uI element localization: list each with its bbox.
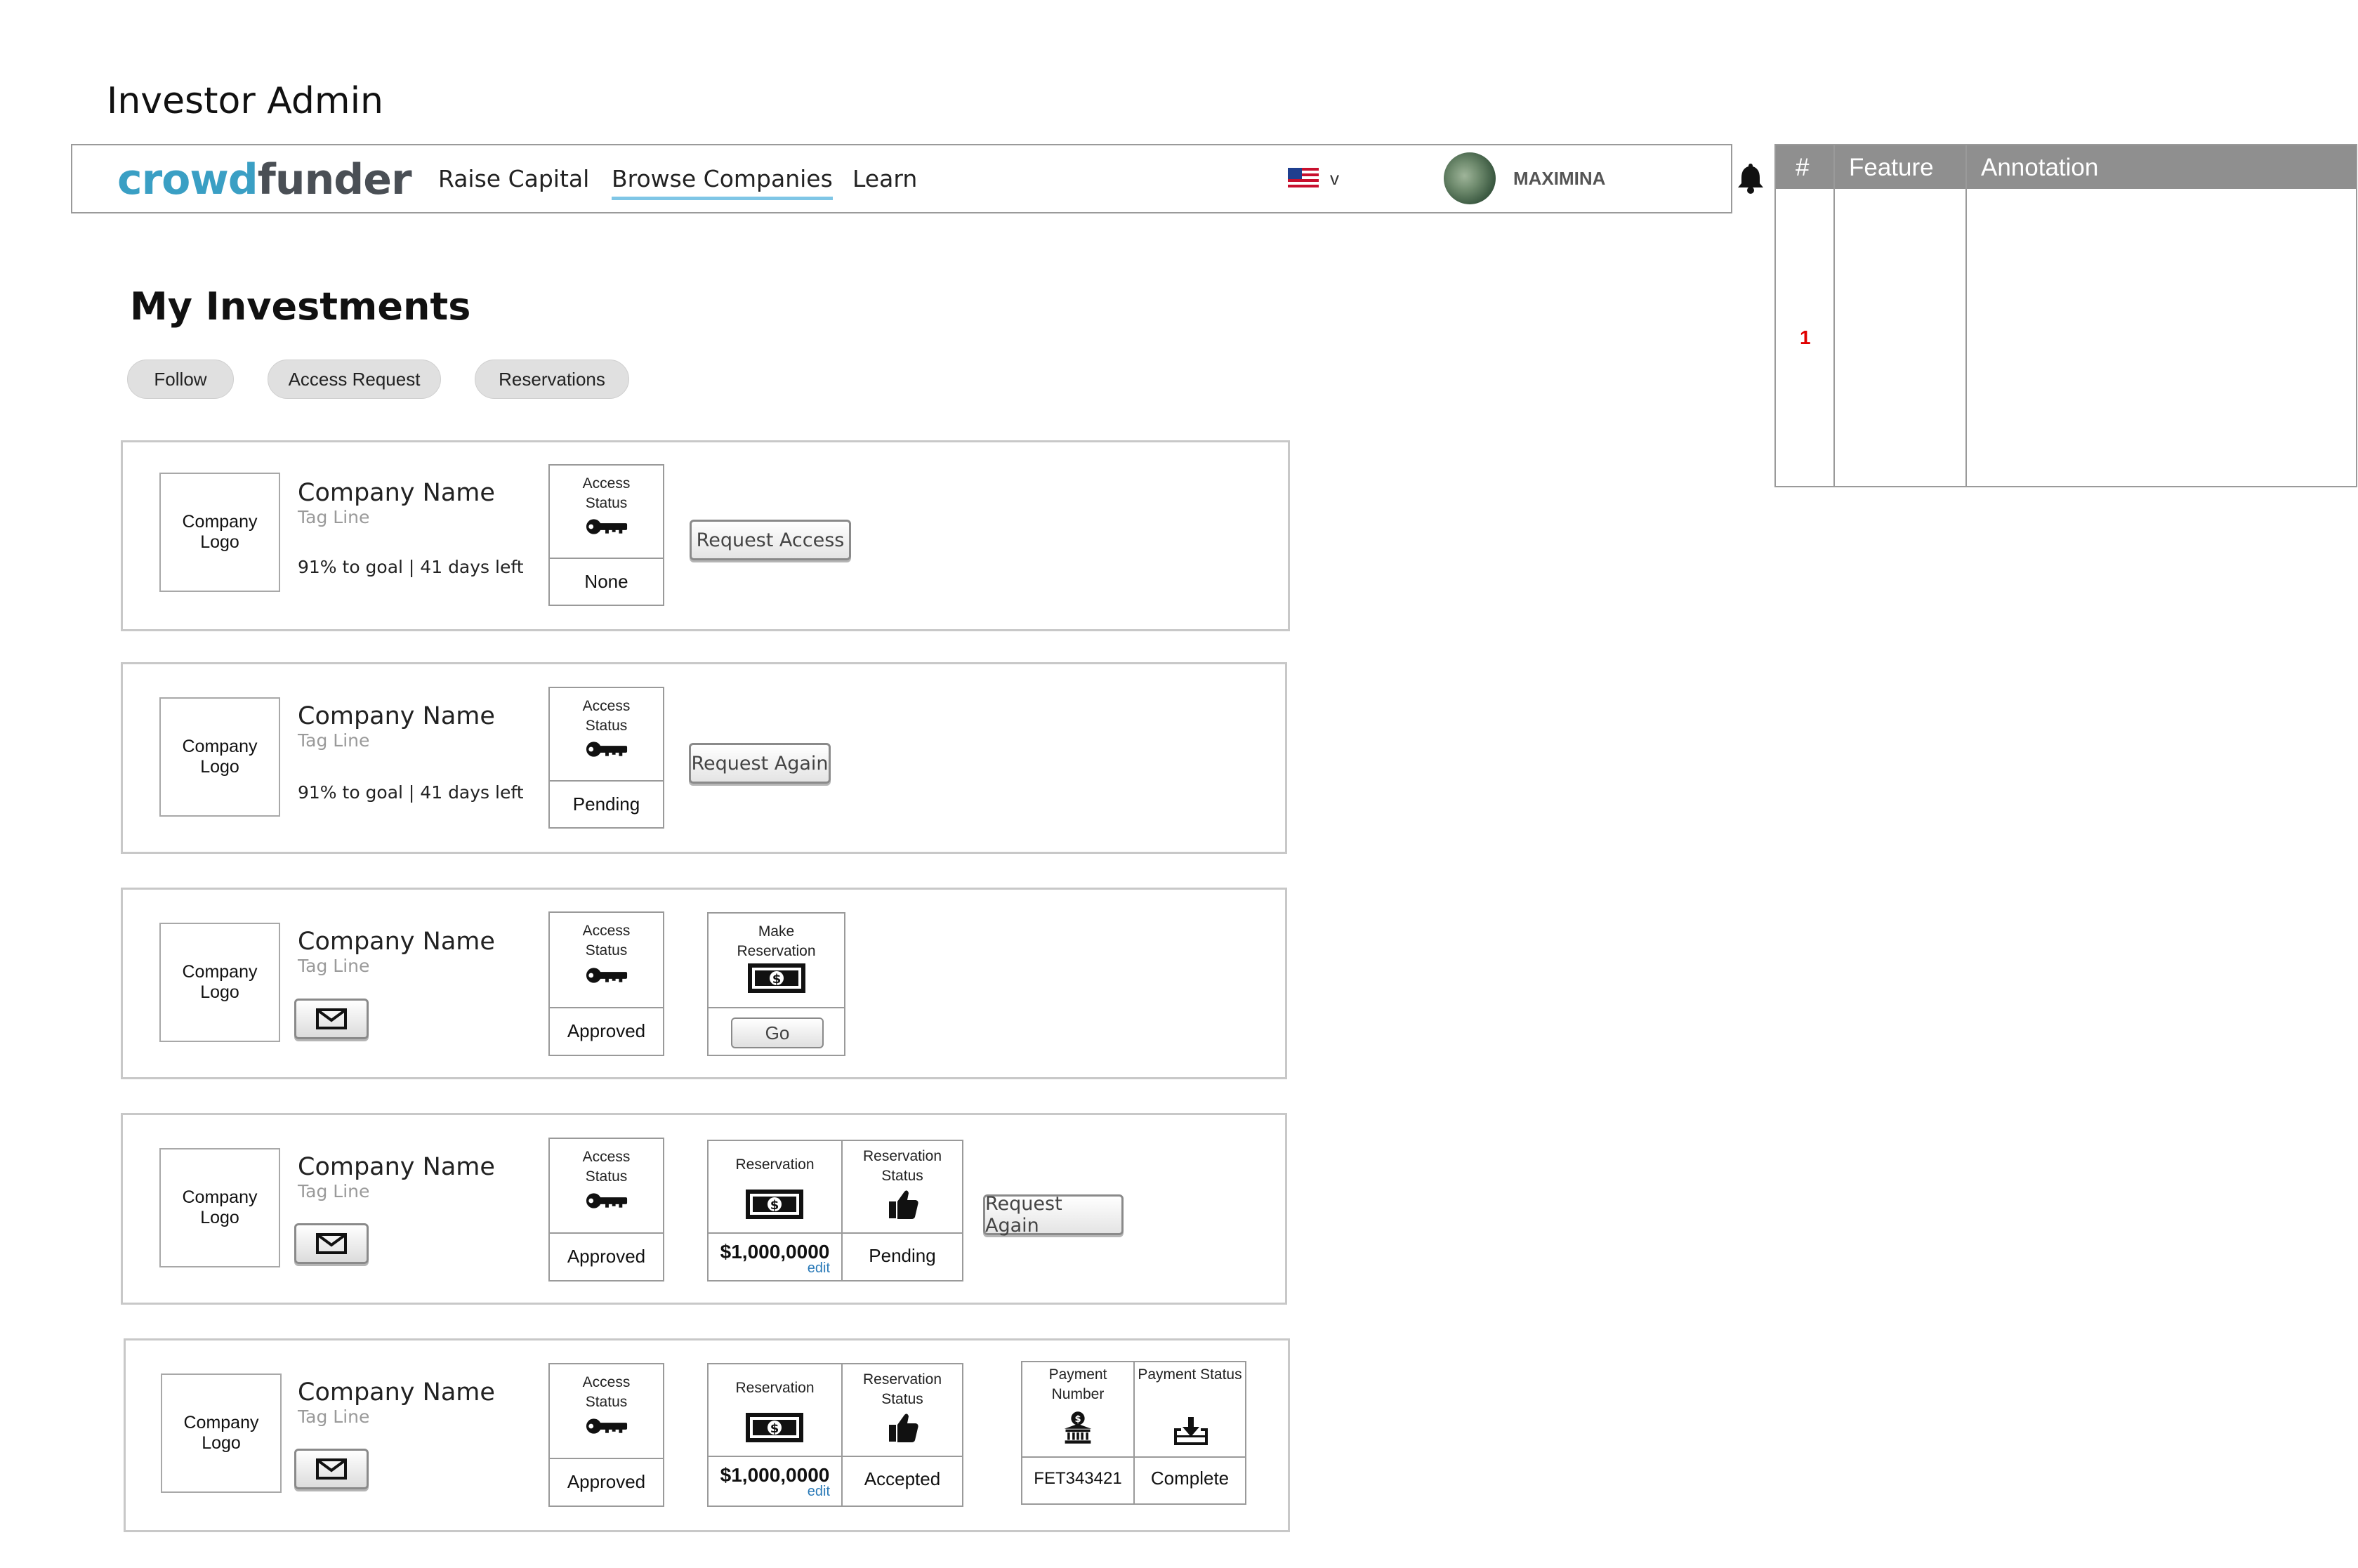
payment-number-value: FET343421 <box>1034 1469 1122 1488</box>
key-icon <box>585 1416 628 1437</box>
username[interactable]: MAXIMINA <box>1513 168 1605 190</box>
request-again-button[interactable]: Request Again <box>983 1193 1124 1237</box>
message-button[interactable] <box>294 1449 369 1489</box>
access-status-value: Approved <box>567 1020 646 1041</box>
go-button[interactable]: Go <box>731 1017 824 1048</box>
access-status-value: None <box>584 571 628 592</box>
key-icon <box>585 516 628 537</box>
company-name[interactable]: Company Name <box>298 479 495 507</box>
money-bill-icon <box>747 963 806 994</box>
top-navbar: crowdfunder Raise Capital Browse Compani… <box>71 144 1763 213</box>
message-button[interactable] <box>294 1223 369 1264</box>
company-name[interactable]: Company Name <box>298 1153 495 1181</box>
money-bill-icon <box>745 1189 804 1220</box>
company-logo: Company Logo <box>161 1373 282 1493</box>
payment-status-label: Payment Status <box>1138 1366 1242 1383</box>
logo-part-funder: funder <box>257 155 412 204</box>
bank-icon <box>1063 1410 1093 1445</box>
investment-card: Company Logo Company Name Tag Line Acces… <box>121 1113 1287 1305</box>
logo-part-crowd: crowd <box>117 155 258 204</box>
payment-number-label: Payment Number <box>1048 1366 1107 1402</box>
payment-status-value: Complete <box>1150 1468 1230 1489</box>
company-logo: Company Logo <box>159 473 280 592</box>
thumbs-up-icon <box>886 1187 920 1221</box>
envelope-icon <box>316 1458 347 1480</box>
company-tagline: Tag Line <box>298 1181 370 1201</box>
reservation-status-label: Reservation Status <box>862 1371 942 1407</box>
language-dropdown-caret[interactable]: v <box>1330 168 1339 190</box>
envelope-icon <box>316 1008 347 1029</box>
make-reservation-box: Make Reservation Go <box>707 912 845 1056</box>
access-status-box: Access Status Approved <box>548 1138 664 1282</box>
company-tagline: Tag Line <box>298 730 370 751</box>
company-logo: Company Logo <box>159 923 280 1042</box>
company-tagline: Tag Line <box>298 1406 370 1427</box>
key-icon <box>585 739 628 760</box>
avatar[interactable] <box>1444 152 1496 204</box>
edit-reservation-link[interactable]: edit <box>808 1260 830 1277</box>
page-title: Investor Admin <box>107 80 383 122</box>
thumbs-up-icon <box>886 1411 920 1444</box>
filter-follow[interactable]: Follow <box>127 360 234 399</box>
access-status-value: Approved <box>567 1471 646 1492</box>
annotation-table: # Feature Annotation 1 <box>1774 144 2357 487</box>
edit-reservation-link[interactable]: edit <box>808 1484 830 1500</box>
access-status-label: Access Status <box>582 923 631 958</box>
key-icon <box>585 965 628 986</box>
company-tagline: Tag Line <box>298 956 370 976</box>
reservation-label: Reservation <box>735 1380 815 1396</box>
envelope-icon <box>316 1233 347 1254</box>
reservation-status-value: Accepted <box>864 1468 941 1489</box>
us-flag-icon[interactable] <box>1288 168 1319 189</box>
message-button[interactable] <box>294 999 369 1039</box>
funding-progress: 91% to goal | 41 days left <box>298 557 524 577</box>
access-status-box: Access Status None <box>548 464 664 606</box>
access-status-label: Access Status <box>582 475 631 511</box>
section-title: My Investments <box>130 284 471 329</box>
filter-reservations[interactable]: Reservations <box>475 360 629 399</box>
access-status-value: Approved <box>567 1246 646 1267</box>
company-tagline: Tag Line <box>298 507 370 527</box>
access-status-box: Access Status Pending <box>548 687 664 829</box>
access-status-label: Access Status <box>582 1149 631 1185</box>
inbox-download-icon <box>1173 1416 1209 1447</box>
request-access-button[interactable]: Request Access <box>690 520 851 560</box>
access-status-box: Access Status Approved <box>548 911 664 1056</box>
filter-access-request[interactable]: Access Request <box>268 360 441 399</box>
company-logo: Company Logo <box>159 697 280 817</box>
money-bill-icon <box>745 1412 804 1443</box>
funding-progress: 91% to goal | 41 days left <box>298 782 524 803</box>
investment-card: Company Logo Company Name Tag Line Acces… <box>121 888 1287 1079</box>
access-status-label: Access Status <box>582 1374 631 1410</box>
reservation-status-value: Pending <box>869 1245 936 1266</box>
investment-card: Company Logo Company Name Tag Line Acces… <box>124 1338 1290 1532</box>
reservation-status-label: Reservation Status <box>862 1148 942 1184</box>
annotation-header-annotation: Annotation <box>1981 154 2099 181</box>
annotation-header-feature: Feature <box>1849 154 1934 181</box>
access-status-value: Pending <box>572 793 640 815</box>
bell-icon[interactable] <box>1734 161 1767 195</box>
nav-link-browse-companies[interactable]: Browse Companies <box>612 165 833 200</box>
reservation-label: Reservation <box>735 1157 815 1173</box>
annotation-row-number: 1 <box>1800 327 1811 348</box>
investment-card: Company Logo Company Name Tag Line 91% t… <box>121 662 1287 854</box>
request-again-button[interactable]: Request Again <box>689 743 831 784</box>
nav-link-raise-capital[interactable]: Raise Capital <box>438 165 589 192</box>
make-reservation-label: Make Reservation <box>737 923 816 959</box>
company-name[interactable]: Company Name <box>298 702 495 730</box>
key-icon <box>585 1190 628 1211</box>
company-logo: Company Logo <box>159 1148 280 1267</box>
company-name[interactable]: Company Name <box>298 1378 495 1406</box>
investment-card: Company Logo Company Name Tag Line 91% t… <box>121 440 1290 631</box>
reservation-box: Reservation $1,000,0000 edit Reservation… <box>707 1363 963 1507</box>
company-name[interactable]: Company Name <box>298 928 495 956</box>
crowdfunder-logo[interactable]: crowdfunder <box>117 155 412 204</box>
nav-link-learn[interactable]: Learn <box>852 165 917 192</box>
payment-box: Payment Number FET343421 Payment Status … <box>1021 1361 1246 1505</box>
access-status-box: Access Status Approved <box>548 1363 664 1507</box>
annotation-header-number: # <box>1796 154 1810 181</box>
access-status-label: Access Status <box>582 698 631 734</box>
reservation-box: Reservation $1,000,0000 edit Reservation… <box>707 1140 963 1282</box>
